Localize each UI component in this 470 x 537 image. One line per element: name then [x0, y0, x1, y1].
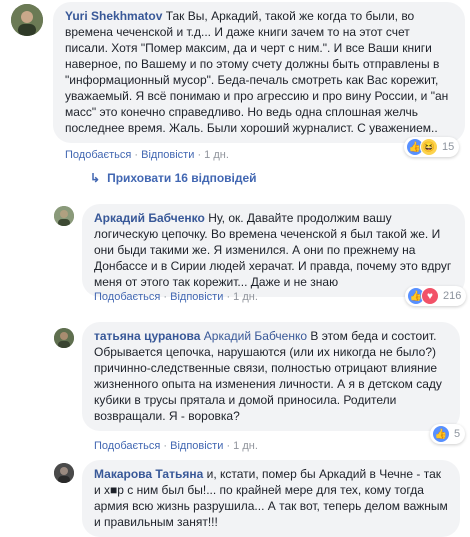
timestamp[interactable]: 1 дн.: [233, 440, 258, 452]
reply-arrow-icon: ↳: [90, 171, 101, 185]
comment-text: В этом беда и состоит. Обрывается цепочк…: [94, 329, 442, 423]
reaction-count: 5: [454, 428, 461, 440]
reaction-count: 216: [443, 290, 462, 302]
reply-link[interactable]: Відповісти: [170, 440, 223, 452]
timestamp[interactable]: 1 дн.: [233, 291, 258, 303]
comment-author[interactable]: Аркадий Бабченко: [94, 211, 205, 225]
avatar[interactable]: [54, 463, 74, 483]
mention-tag[interactable]: Аркадий Бабченко: [204, 329, 307, 343]
like-link[interactable]: Подобається: [65, 149, 131, 161]
comment-bubble: Аркадий Бабченко Ну, ок. Давайте продолж…: [82, 204, 465, 297]
like-reaction-icon: 👍: [432, 425, 450, 443]
comment-actions: Подобається · Відповісти · 1 дн.: [94, 291, 258, 303]
like-link[interactable]: Подобається: [94, 291, 160, 303]
reaction-summary[interactable]: 👍 ♥ 216: [405, 286, 467, 306]
love-reaction-icon: ♥: [421, 287, 439, 305]
reply-link[interactable]: Відповісти: [170, 291, 223, 303]
comment-author[interactable]: Макарова Татьяна: [94, 467, 203, 481]
comment-bubble: Макарова Татьяна и, кстати, помер бы Арк…: [82, 460, 460, 537]
timestamp[interactable]: 1 дн.: [204, 149, 229, 161]
like-link[interactable]: Подобається: [94, 440, 160, 452]
reply-link[interactable]: Відповісти: [141, 149, 194, 161]
avatar[interactable]: [11, 4, 43, 36]
avatar[interactable]: [54, 328, 74, 348]
reaction-summary[interactable]: 👍 5: [430, 424, 466, 444]
reaction-count: 15: [442, 141, 455, 153]
avatar[interactable]: [54, 206, 74, 226]
comment-text: Так Вы, Аркадий, такой же когда то были,…: [65, 9, 449, 135]
comment-author[interactable]: Yuri Shekhmatov: [65, 9, 162, 23]
comment-bubble: Yuri Shekhmatov Так Вы, Аркадий, такой ж…: [53, 2, 465, 143]
comment-actions: Подобається · Відповісти · 1 дн.: [94, 440, 258, 452]
comment-author[interactable]: татьяна цуранова: [94, 329, 200, 343]
comment-bubble: татьяна цуранова Аркадий Бабченко В этом…: [82, 322, 460, 431]
hide-replies-link[interactable]: ↳ Приховати 16 відповідей: [90, 171, 257, 185]
haha-reaction-icon: 😆: [420, 138, 438, 156]
reaction-summary[interactable]: 👍 😆 15: [404, 137, 460, 157]
comment-actions: Подобається · Відповісти · 1 дн.: [65, 149, 229, 161]
